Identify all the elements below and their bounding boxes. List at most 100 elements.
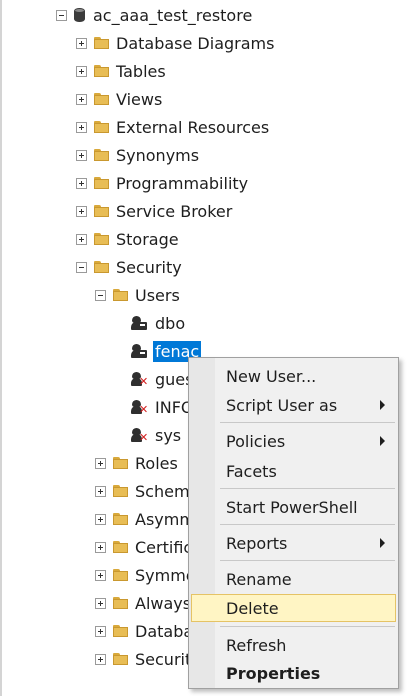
node-label: Views: [116, 89, 163, 109]
expand-icon[interactable]: [76, 37, 87, 49]
database-icon: [74, 8, 85, 22]
expand-icon[interactable]: [95, 513, 106, 525]
menu-separator: [220, 488, 395, 489]
menu-item-reports[interactable]: Reports: [191, 529, 396, 557]
disabled-user-icon: ✕: [131, 372, 148, 387]
menu-separator: [220, 422, 395, 423]
menu-separator: [220, 560, 395, 561]
menu-separator: [220, 524, 395, 525]
expand-icon[interactable]: [95, 457, 106, 469]
tree-node-programmability[interactable]: Programmability: [76, 169, 250, 197]
folder-icon: [113, 485, 128, 497]
expand-icon[interactable]: [76, 177, 87, 189]
tree-node-database-diagrams[interactable]: Database Diagrams: [76, 29, 276, 57]
folder-icon: [113, 541, 128, 553]
menu-item-properties[interactable]: Properties: [191, 659, 396, 687]
tree-node-schemas[interactable]: Schema: [95, 477, 201, 505]
user-icon: ✕: [131, 316, 148, 330]
node-label: Tables: [116, 61, 166, 81]
expand-icon[interactable]: [95, 569, 106, 581]
folder-icon: [94, 65, 109, 77]
expand-icon[interactable]: [76, 121, 87, 133]
menu-item-label: Policies: [226, 431, 286, 451]
tree-node-external-resources[interactable]: External Resources: [76, 113, 271, 141]
node-label: Roles: [135, 453, 178, 473]
node-label: Databa: [135, 621, 194, 641]
tree-node-service-broker[interactable]: Service Broker: [76, 197, 234, 225]
tree-node-users[interactable]: Users: [95, 281, 182, 309]
menu-item-delete[interactable]: Delete: [191, 594, 396, 622]
tree-node-database[interactable]: ac_aaa_test_restore: [56, 1, 254, 29]
tree-node-always-encrypted[interactable]: Always: [95, 589, 193, 617]
folder-icon: [113, 457, 128, 469]
expand-icon[interactable]: [95, 597, 106, 609]
menu-item-label: Reports: [226, 533, 288, 553]
expand-icon[interactable]: [76, 93, 87, 105]
folder-icon: [94, 93, 109, 105]
expand-icon[interactable]: [95, 653, 106, 665]
tree-node-symmetric-keys[interactable]: Symme: [95, 561, 198, 589]
node-label: Users: [135, 285, 180, 305]
menu-item-new-user[interactable]: New User...: [191, 362, 396, 390]
tree-node-security[interactable]: Security: [76, 253, 184, 281]
folder-icon: [113, 513, 128, 525]
tree-node-synonyms[interactable]: Synonyms: [76, 141, 201, 169]
menu-item-label: Properties: [226, 663, 321, 683]
folder-icon: [94, 149, 109, 161]
folder-icon: [94, 177, 109, 189]
expand-icon[interactable]: [95, 485, 106, 497]
node-label: Storage: [116, 229, 179, 249]
expand-icon[interactable]: [95, 541, 106, 553]
expand-icon[interactable]: [76, 205, 87, 217]
menu-item-label: Delete: [226, 598, 279, 618]
tree-node-storage[interactable]: Storage: [76, 225, 181, 253]
menu-item-label: Rename: [226, 569, 292, 589]
tree-node-user-information-schema[interactable]: ✕ INFO: [131, 393, 195, 421]
menu-item-label: Script User as: [226, 395, 338, 415]
menu-separator: [220, 626, 395, 627]
folder-icon: [113, 289, 128, 301]
submenu-arrow-icon: [380, 400, 385, 410]
tree-node-database-audit[interactable]: Databa: [95, 617, 195, 645]
database-label: ac_aaa_test_restore: [93, 5, 253, 25]
submenu-arrow-icon: [380, 538, 385, 548]
left-border: [0, 0, 2, 696]
collapse-icon[interactable]: [76, 261, 87, 273]
expand-icon[interactable]: [95, 625, 106, 637]
menu-item-label: New User...: [226, 366, 317, 386]
tree-node-roles[interactable]: Roles: [95, 449, 180, 477]
tree-node-views[interactable]: Views: [76, 85, 164, 113]
tree-node-user-guest[interactable]: ✕ gues: [131, 365, 195, 393]
expand-icon[interactable]: [76, 149, 87, 161]
tree-node-user-sys[interactable]: ✕ sys: [131, 421, 183, 449]
tree-node-asymmetric-keys[interactable]: Asymm: [95, 505, 197, 533]
menu-item-refresh[interactable]: Refresh: [191, 631, 396, 659]
expand-icon[interactable]: [76, 233, 87, 245]
menu-item-rename[interactable]: Rename: [191, 565, 396, 593]
node-label: dbo: [155, 313, 186, 333]
node-label: Synonyms: [116, 145, 200, 165]
user-icon: ✕: [131, 344, 148, 358]
menu-item-facets[interactable]: Facets: [191, 457, 396, 485]
folder-icon: [94, 121, 109, 133]
menu-item-label: Refresh: [226, 635, 287, 655]
expand-icon[interactable]: [76, 65, 87, 77]
tree-node-security-policies[interactable]: Security: [95, 645, 203, 673]
node-label: Programmability: [116, 173, 249, 193]
folder-icon: [113, 597, 128, 609]
node-label: Service Broker: [116, 201, 233, 221]
tree-node-user-dbo[interactable]: ✕ dbo: [131, 309, 187, 337]
folder-icon: [113, 569, 128, 581]
collapse-icon[interactable]: [56, 9, 67, 21]
folder-icon: [94, 261, 109, 273]
node-label: sys: [155, 425, 182, 445]
menu-item-start-powershell[interactable]: Start PowerShell: [191, 493, 396, 521]
menu-item-script-user-as[interactable]: Script User as: [191, 391, 396, 419]
menu-item-label: Facets: [226, 461, 277, 481]
menu-item-policies[interactable]: Policies: [191, 427, 396, 455]
folder-icon: [113, 653, 128, 665]
node-label: Security: [116, 257, 182, 277]
tree-node-tables[interactable]: Tables: [76, 57, 168, 85]
context-menu: New User... Script User as Policies Face…: [188, 357, 399, 689]
collapse-icon[interactable]: [95, 289, 106, 301]
